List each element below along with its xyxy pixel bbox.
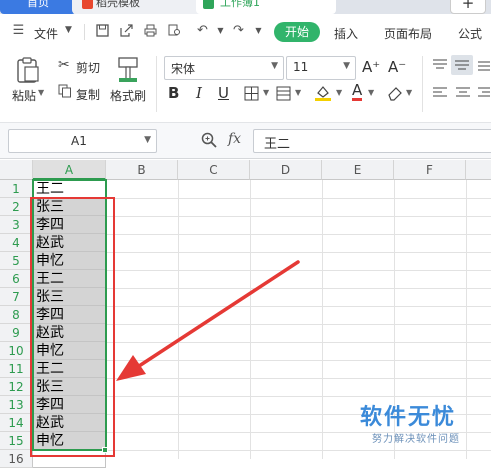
- annotation-arrow: [116, 260, 300, 381]
- watermark-title: 软件无忧: [360, 405, 457, 430]
- watermark-subtitle: 努力解决软件问题: [372, 434, 460, 445]
